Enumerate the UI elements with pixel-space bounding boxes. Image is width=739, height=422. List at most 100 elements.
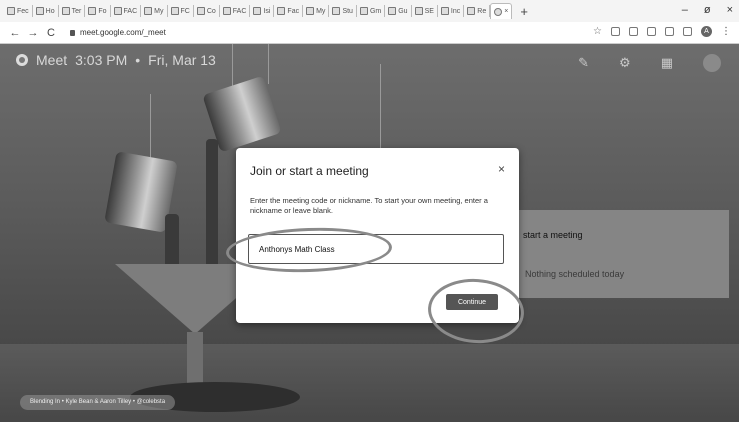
tab-favicon-icon — [414, 7, 423, 15]
tab-favicon-icon — [440, 7, 449, 15]
reload-button[interactable]: C — [44, 27, 58, 39]
extension-icon[interactable] — [629, 27, 638, 36]
close-icon[interactable]: × — [498, 162, 505, 176]
tab-label: FAC — [232, 7, 247, 15]
meet-logo-icon — [16, 54, 28, 66]
browser-tab[interactable]: Co — [194, 5, 220, 17]
close-tab-icon[interactable]: × — [504, 8, 508, 15]
maximize-button[interactable]: ø — [704, 4, 711, 16]
account-avatar[interactable] — [703, 54, 721, 72]
tab-favicon-icon — [61, 7, 70, 15]
browser-tab[interactable]: SE — [412, 5, 438, 17]
back-button[interactable]: ← — [8, 27, 22, 39]
settings-icon[interactable]: ⚙ — [619, 55, 631, 71]
background-rope — [150, 94, 151, 162]
tab-favicon-icon — [7, 7, 15, 15]
extension-icon[interactable] — [683, 27, 692, 36]
meet-header: Meet 3:03 PM • Fri, Mar 13 — [16, 52, 216, 68]
browser-tab[interactable]: Inc — [438, 5, 465, 17]
browser-tab[interactable]: FAC — [220, 5, 251, 17]
tab-favicon-icon — [88, 7, 97, 15]
minimize-button[interactable]: – — [682, 4, 688, 16]
apps-icon[interactable]: ▦ — [661, 55, 673, 71]
tab-favicon-icon — [359, 7, 368, 15]
tab-favicon-icon — [222, 7, 231, 15]
new-tab-button[interactable]: + — [520, 4, 528, 19]
background-paint-stream — [165, 214, 179, 269]
tab-label: Stu — [342, 7, 353, 15]
browser-tab[interactable]: Fac — [274, 5, 304, 17]
browser-tab[interactable]: My — [141, 5, 168, 17]
meeting-code-input[interactable] — [248, 234, 504, 264]
tab-label: Co — [206, 7, 216, 15]
browser-tab[interactable]: FAC — [111, 5, 142, 17]
bookmark-star-icon[interactable]: ☆ — [593, 27, 602, 37]
tab-label: Fec — [17, 7, 29, 15]
tab-label: My — [154, 7, 164, 15]
extension-icons: ☆ A ⋮ — [593, 26, 731, 37]
background-credit[interactable]: Blending In • Kyle Bean & Aaron Tilley •… — [20, 395, 176, 410]
browser-tab[interactable]: Gm — [357, 5, 386, 17]
tab-favicon-icon — [388, 7, 397, 15]
tab-favicon-icon — [467, 7, 476, 15]
browser-menu-icon[interactable]: ⋮ — [721, 26, 731, 37]
url-field[interactable]: meet.google.com/_meet — [70, 28, 166, 37]
background-paint-stream — [206, 139, 218, 269]
tab-favicon-icon — [35, 7, 44, 15]
browser-tab[interactable]: Ho — [33, 5, 59, 17]
browser-tab[interactable]: Gu — [385, 5, 412, 17]
browser-tab[interactable]: Stu — [329, 5, 357, 17]
meet-icon — [494, 7, 503, 16]
url-text: meet.google.com/_meet — [80, 28, 166, 37]
tab-label: Ho — [45, 7, 55, 15]
tab-favicon-icon — [113, 7, 122, 15]
tab-favicon-icon — [196, 7, 205, 15]
schedule-status: Nothing scheduled today — [525, 269, 625, 279]
extension-icon[interactable] — [611, 27, 620, 36]
browser-tab[interactable]: My — [303, 5, 330, 17]
browser-tab[interactable]: FC — [168, 5, 194, 17]
tab-favicon-icon — [170, 7, 179, 15]
browser-tab-bar: Fec Ho Ter Fo FAC My FC Co FAC Isi Fac My Stu Gm Gu SE I… — [0, 0, 739, 22]
background-rope — [268, 44, 269, 84]
tab-label: Re — [477, 7, 487, 15]
tab-label: FC — [180, 7, 190, 15]
feedback-icon[interactable]: ✎ — [578, 55, 589, 71]
lock-icon — [70, 29, 75, 36]
tab-label: Isi — [263, 7, 271, 15]
profile-avatar[interactable]: A — [701, 26, 712, 37]
browser-tab[interactable]: Re — [464, 5, 491, 17]
tab-favicon-icon — [332, 7, 341, 15]
browser-tab[interactable]: Fo — [85, 5, 111, 17]
tab-favicon-icon — [306, 7, 315, 15]
browser-tab[interactable]: Isi — [250, 5, 275, 17]
dialog-description: Enter the meeting code or nickname. To s… — [250, 196, 488, 215]
start-meeting-label[interactable]: start a meeting — [523, 230, 583, 240]
tab-label: Fo — [98, 7, 107, 15]
header-separator: • — [135, 52, 141, 68]
tab-label: Gu — [398, 7, 408, 15]
address-bar: ← → C meet.google.com/_meet ☆ A ⋮ — [0, 22, 739, 44]
window-controls: – ø × — [682, 4, 733, 16]
extension-icon[interactable] — [647, 27, 656, 36]
tab-strip: Fec Ho Ter Fo FAC My FC Co FAC Isi Fac My Stu Gm Gu SE I… — [4, 5, 491, 17]
tab-label: SE — [424, 7, 434, 15]
tab-label: Ter — [71, 7, 82, 15]
background-funnel-pipe — [187, 332, 203, 387]
tab-favicon-icon — [144, 7, 153, 15]
browser-tab[interactable]: Ter — [59, 5, 86, 17]
tab-label: FAC — [123, 7, 138, 15]
tab-label: Gm — [369, 7, 382, 15]
continue-button[interactable]: Continue — [446, 294, 498, 310]
tab-favicon-icon — [253, 7, 262, 15]
tab-label: My — [316, 7, 326, 15]
active-tab[interactable]: × — [490, 3, 513, 19]
browser-tab[interactable]: Fec — [4, 5, 33, 17]
forward-button[interactable]: → — [26, 27, 40, 39]
dialog-title: Join or start a meeting — [250, 164, 369, 178]
close-window-button[interactable]: × — [727, 4, 733, 16]
tab-label: Fac — [287, 7, 300, 15]
extension-icon[interactable] — [665, 27, 674, 36]
background-floor — [0, 344, 739, 422]
tab-label: Inc — [450, 7, 461, 15]
